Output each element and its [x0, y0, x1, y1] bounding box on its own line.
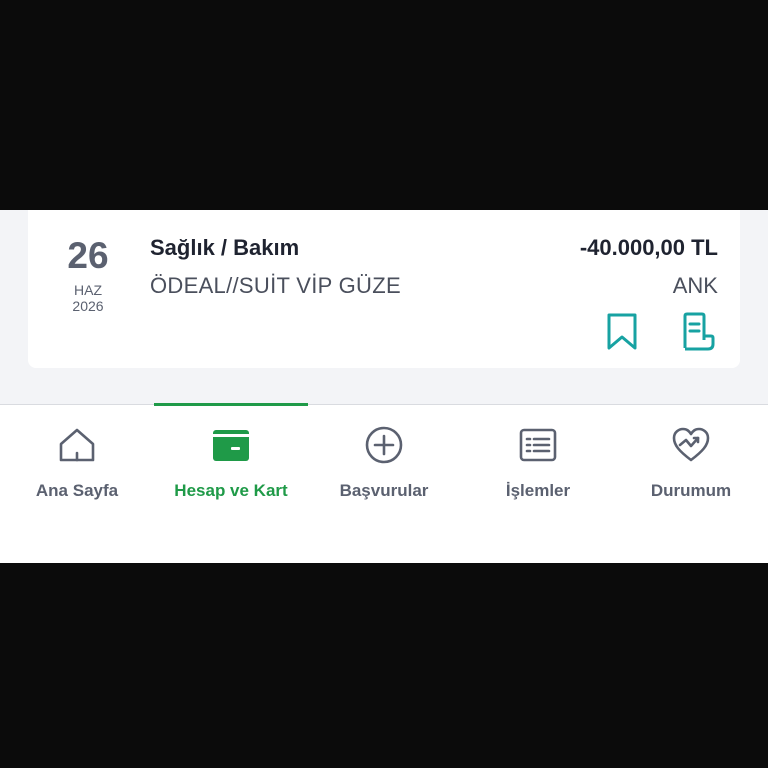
tab-ana-sayfa[interactable]: Ana Sayfa [0, 405, 154, 515]
plus-circle-icon [365, 426, 403, 464]
active-tab-indicator [154, 403, 308, 406]
receipt-icon [683, 312, 715, 351]
transaction-city: ANK [672, 273, 718, 298]
bookmark-icon [607, 313, 637, 350]
transaction-amount: -40.000,00 TL [579, 235, 718, 260]
transaction-card[interactable]: 26 HAZ 2026 Sağlık / Bakım ÖDEAL//SUİT V… [28, 210, 740, 368]
app-screen: 26 HAZ 2026 Sağlık / Bakım ÖDEAL//SUİT V… [0, 210, 768, 563]
transaction-description: ÖDEAL//SUİT VİP GÜZE [150, 273, 401, 298]
tab-label: Durumum [650, 481, 732, 500]
receipt-button[interactable] [678, 310, 718, 354]
home-icon [59, 428, 95, 462]
tab-hesap-ve-kart[interactable]: Hesap ve Kart [154, 403, 308, 515]
tab-label: Hesap ve Kart [174, 481, 288, 500]
tab-basvurular[interactable]: Başvurular [307, 405, 461, 515]
tab-durumum[interactable]: Durumum [614, 405, 768, 515]
wallet-icon [213, 430, 249, 461]
date-year: 2026 [72, 298, 104, 314]
tab-label: Başvurular [339, 481, 429, 500]
transaction-category: Sağlık / Bakım [150, 235, 300, 260]
date-month: HAZ [74, 282, 102, 298]
date-day: 26 [67, 235, 109, 276]
list-icon [519, 428, 557, 462]
bookmark-button[interactable] [602, 310, 642, 354]
heart-chart-icon [672, 427, 710, 462]
tab-label: Ana Sayfa [35, 481, 119, 500]
tab-islemler[interactable]: İşlemler [461, 405, 615, 515]
tab-label: İşlemler [505, 481, 571, 500]
transaction-date: 26 HAZ 2026 [58, 234, 118, 314]
bottom-tab-bar: Ana Sayfa Hesap ve Kart Başvurular İşlem… [0, 403, 768, 563]
